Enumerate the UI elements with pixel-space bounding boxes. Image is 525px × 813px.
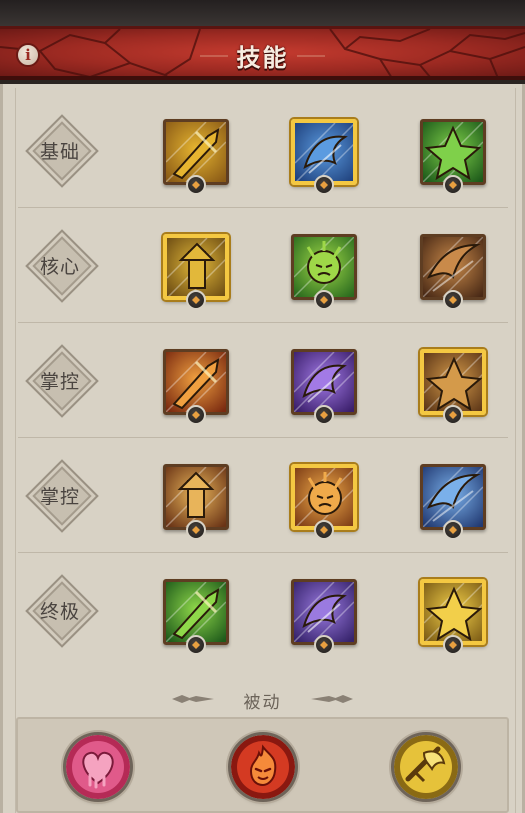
rune-icon xyxy=(186,405,206,425)
rune-icon xyxy=(314,635,334,655)
passive-header: 被动 xyxy=(0,686,525,713)
rune-icon xyxy=(186,290,206,310)
category-marker: 掌控 xyxy=(25,459,99,533)
page-title: 技能 xyxy=(236,44,289,72)
skill-row: 掌控 xyxy=(0,323,525,438)
title-banner: i 技能 xyxy=(0,26,525,80)
skill-slot[interactable] xyxy=(163,234,229,310)
passive-skill-axe[interactable] xyxy=(394,735,458,799)
category-marker: 核心 xyxy=(25,229,99,303)
rune-icon xyxy=(443,405,463,425)
rune-icon xyxy=(314,290,334,310)
passive-tray xyxy=(16,717,509,813)
category-marker: 终极 xyxy=(25,574,99,648)
skill-slot[interactable] xyxy=(291,119,357,195)
rune-icon xyxy=(314,405,334,425)
skill-slot[interactable] xyxy=(163,579,229,655)
heart-icon xyxy=(66,735,130,799)
skill-row: 掌控 xyxy=(0,438,525,553)
skill-slot[interactable] xyxy=(420,579,486,655)
golden-axe-icon xyxy=(394,735,458,799)
rune-icon xyxy=(443,290,463,310)
skill-slot[interactable] xyxy=(420,349,486,425)
top-status-bar xyxy=(0,0,525,26)
skill-slot[interactable] xyxy=(291,464,357,540)
skill-slot[interactable] xyxy=(420,234,486,310)
skill-slot[interactable] xyxy=(291,349,357,425)
skill-slot[interactable] xyxy=(420,464,486,540)
passive-label: 被动 xyxy=(243,693,282,713)
rune-icon xyxy=(443,175,463,195)
skill-slot[interactable] xyxy=(291,579,357,655)
rune-icon xyxy=(186,175,206,195)
category-marker: 掌控 xyxy=(25,344,99,418)
rune-icon xyxy=(186,520,206,540)
category-label: 终极 xyxy=(39,601,80,623)
skill-row: 核心 xyxy=(0,208,525,323)
rune-icon xyxy=(186,635,206,655)
skill-row: 终极 xyxy=(0,553,525,668)
skill-slot[interactable] xyxy=(163,119,229,195)
rune-icon xyxy=(443,520,463,540)
skill-slot[interactable] xyxy=(291,234,357,310)
rune-icon xyxy=(314,175,334,195)
skill-slot[interactable] xyxy=(420,119,486,195)
flame-face-icon xyxy=(231,735,295,799)
passive-skill-flame[interactable] xyxy=(231,735,295,799)
rune-icon xyxy=(443,635,463,655)
skill-row: 基础 xyxy=(0,93,525,208)
skill-slot[interactable] xyxy=(163,349,229,425)
category-label: 掌控 xyxy=(39,486,80,508)
category-label: 掌控 xyxy=(39,371,80,393)
skill-slot[interactable] xyxy=(163,464,229,540)
category-label: 核心 xyxy=(39,256,80,278)
category-marker: 基础 xyxy=(25,114,99,188)
passive-skill-heart[interactable] xyxy=(66,735,130,799)
rune-icon xyxy=(314,520,334,540)
category-label: 基础 xyxy=(39,141,80,163)
